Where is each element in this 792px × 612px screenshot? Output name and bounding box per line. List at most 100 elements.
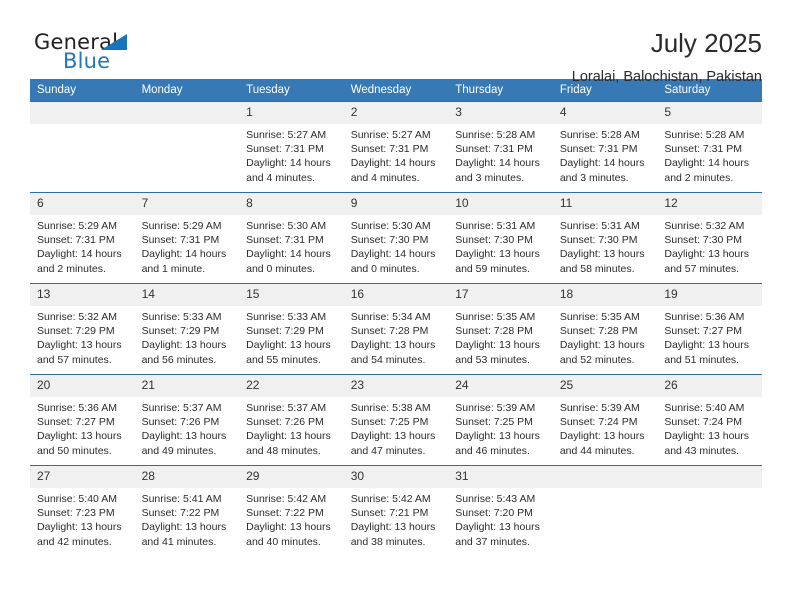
sunrise-text: Sunrise: 5:42 AM — [350, 493, 431, 505]
calendar-day-cell[interactable]: 31 Sunrise: 5:43 AM Sunset: 7:20 PM Dayligh… — [448, 465, 553, 556]
day-details: Sunrise: 5:30 AM Sunset: 7:30 PM Daylight:… — [344, 215, 449, 276]
calendar-day-cell[interactable]: 7 Sunrise: 5:29 AM Sunset: 7:31 PM Daylight… — [134, 192, 240, 284]
sunrise-text: Sunrise: 5:37 AM — [246, 402, 327, 414]
calendar-day-cell[interactable]: 28 Sunrise: 5:41 AM Sunset: 7:22 PM Dayligh… — [134, 465, 240, 556]
day-details: Sunrise: 5:28 AM Sunset: 7:31 PM Daylight:… — [448, 124, 553, 185]
page-header: General Blue July 2025 Loralai, Balochis… — [30, 0, 762, 85]
calendar-day-cell[interactable]: 8 Sunrise: 5:30 AM Sunset: 7:31 PM Daylight… — [239, 192, 344, 284]
day-details: Sunrise: 5:40 AM Sunset: 7:23 PM Daylight:… — [30, 488, 135, 549]
day-number: 7 — [134, 193, 240, 215]
calendar-day-cell[interactable]: 30 Sunrise: 5:42 AM Sunset: 7:21 PM Dayligh… — [343, 465, 449, 556]
day-number: 18 — [552, 284, 658, 306]
sunrise-text: Sunrise: 5:28 AM — [455, 129, 536, 141]
day-details: Sunrise: 5:36 AM Sunset: 7:27 PM Daylight:… — [30, 397, 135, 458]
calendar-day-cell[interactable]: 20 Sunrise: 5:36 AM Sunset: 7:27 PM Dayligh… — [30, 374, 135, 466]
day-number: 28 — [134, 466, 240, 488]
daylight-text: Daylight: 14 hours and 3 minutes. — [559, 157, 645, 184]
calendar-week-row: 27 Sunrise: 5:40 AM Sunset: 7:23 PM Dayligh… — [30, 465, 762, 556]
day-details: Sunrise: 5:35 AM Sunset: 7:28 PM Daylight:… — [553, 306, 658, 367]
sunset-text: Sunset: 7:31 PM — [37, 234, 115, 247]
day-details: Sunrise: 5:37 AM Sunset: 7:26 PM Daylight:… — [135, 397, 240, 458]
daylight-text: Daylight: 13 hours and 53 minutes. — [455, 339, 540, 366]
calendar-day-cell[interactable]: 4 Sunrise: 5:28 AM Sunset: 7:31 PM Daylight… — [552, 101, 658, 193]
sunrise-text: Sunrise: 5:27 AM — [246, 129, 327, 141]
calendar-day-cell[interactable]: 27 Sunrise: 5:40 AM Sunset: 7:23 PM Dayligh… — [30, 465, 135, 556]
calendar-day-cell[interactable]: 12 Sunrise: 5:32 AM Sunset: 7:30 PM Dayligh… — [657, 192, 762, 284]
calendar-day-cell[interactable]: 25 Sunrise: 5:39 AM Sunset: 7:24 PM Dayligh… — [552, 374, 658, 466]
calendar-day-cell[interactable]: 3 Sunrise: 5:28 AM Sunset: 7:31 PM Daylight… — [448, 101, 553, 193]
day-details: Sunrise: 5:42 AM Sunset: 7:21 PM Daylight:… — [344, 488, 449, 549]
calendar-day-cell[interactable]: 11 Sunrise: 5:31 AM Sunset: 7:30 PM Dayligh… — [552, 192, 658, 284]
day-details: Sunrise: 5:33 AM Sunset: 7:29 PM Daylight:… — [135, 306, 240, 367]
day-number: 21 — [134, 375, 240, 397]
calendar-day-cell-empty — [552, 465, 658, 556]
calendar-day-cell[interactable]: 26 Sunrise: 5:40 AM Sunset: 7:24 PM Dayligh… — [657, 374, 762, 466]
calendar-day-cell-empty — [657, 465, 762, 556]
sunrise-text: Sunrise: 5:31 AM — [455, 220, 536, 232]
sunrise-text: Sunrise: 5:39 AM — [455, 402, 536, 414]
general-blue-logo[interactable]: General Blue — [30, 28, 150, 76]
calendar-day-cell[interactable]: 16 Sunrise: 5:34 AM Sunset: 7:28 PM Dayligh… — [343, 283, 449, 375]
calendar-day-cell[interactable]: 13 Sunrise: 5:32 AM Sunset: 7:29 PM Dayligh… — [30, 283, 135, 375]
daylight-text: Daylight: 13 hours and 50 minutes. — [37, 430, 122, 457]
sunset-text: Sunset: 7:28 PM — [559, 325, 638, 338]
calendar-week-row: 20 Sunrise: 5:36 AM Sunset: 7:27 PM Dayligh… — [30, 374, 762, 466]
sunrise-text: Sunrise: 5:31 AM — [559, 220, 640, 232]
sunset-text: Sunset: 7:27 PM — [37, 416, 115, 429]
calendar-day-cell[interactable]: 15 Sunrise: 5:33 AM Sunset: 7:29 PM Dayligh… — [239, 283, 344, 375]
daylight-text: Daylight: 13 hours and 55 minutes. — [246, 339, 331, 366]
calendar-day-cell[interactable]: 14 Sunrise: 5:33 AM Sunset: 7:29 PM Dayligh… — [134, 283, 240, 375]
calendar-day-cell[interactable]: 23 Sunrise: 5:38 AM Sunset: 7:25 PM Dayligh… — [343, 374, 449, 466]
calendar-day-cell[interactable]: 1 Sunrise: 5:27 AM Sunset: 7:31 PM Daylight… — [239, 101, 344, 193]
sunset-text: Sunset: 7:25 PM — [350, 416, 429, 429]
sunset-text: Sunset: 7:31 PM — [141, 234, 220, 247]
daylight-text: Daylight: 13 hours and 44 minutes. — [559, 430, 645, 457]
calendar-week-row: 13 Sunrise: 5:32 AM Sunset: 7:29 PM Dayligh… — [30, 283, 762, 375]
sunset-text: Sunset: 7:26 PM — [141, 416, 220, 429]
daylight-text: Daylight: 13 hours and 54 minutes. — [350, 339, 436, 366]
sunrise-text: Sunrise: 5:41 AM — [141, 493, 222, 505]
sunset-text: Sunset: 7:28 PM — [455, 325, 533, 338]
calendar-day-cell[interactable]: 29 Sunrise: 5:42 AM Sunset: 7:22 PM Dayligh… — [239, 465, 344, 556]
day-number: 15 — [239, 284, 344, 306]
daylight-text: Daylight: 13 hours and 51 minutes. — [664, 339, 750, 366]
calendar-day-cell[interactable]: 24 Sunrise: 5:39 AM Sunset: 7:25 PM Dayligh… — [448, 374, 553, 466]
calendar-day-cell[interactable]: 10 Sunrise: 5:31 AM Sunset: 7:30 PM Dayligh… — [448, 192, 553, 284]
calendar-day-cell[interactable]: 2 Sunrise: 5:27 AM Sunset: 7:31 PM Daylight… — [343, 101, 449, 193]
day-details: Sunrise: 5:28 AM Sunset: 7:31 PM Daylight:… — [553, 124, 658, 185]
day-number — [552, 466, 658, 488]
calendar-day-cell[interactable]: 18 Sunrise: 5:35 AM Sunset: 7:28 PM Dayligh… — [552, 283, 658, 375]
sunrise-text: Sunrise: 5:33 AM — [141, 311, 222, 323]
calendar-day-cell[interactable]: 5 Sunrise: 5:28 AM Sunset: 7:31 PM Daylight… — [657, 101, 762, 193]
day-number: 9 — [343, 193, 449, 215]
calendar-day-cell[interactable]: 6 Sunrise: 5:29 AM Sunset: 7:31 PM Daylight… — [30, 192, 135, 284]
sunset-text: Sunset: 7:31 PM — [246, 234, 324, 247]
calendar-day-cell[interactable]: 21 Sunrise: 5:37 AM Sunset: 7:26 PM Dayligh… — [134, 374, 240, 466]
daylight-text: Daylight: 13 hours and 37 minutes. — [455, 521, 540, 548]
daylight-text: Daylight: 13 hours and 42 minutes. — [37, 521, 122, 548]
daylight-text: Daylight: 14 hours and 4 minutes. — [246, 157, 331, 184]
sunrise-text: Sunrise: 5:32 AM — [664, 220, 745, 232]
calendar-day-cell[interactable]: 22 Sunrise: 5:37 AM Sunset: 7:26 PM Dayligh… — [239, 374, 344, 466]
sunset-text: Sunset: 7:29 PM — [141, 325, 220, 338]
sunset-text: Sunset: 7:24 PM — [664, 416, 743, 429]
day-number: 17 — [448, 284, 553, 306]
daylight-text: Daylight: 13 hours and 40 minutes. — [246, 521, 331, 548]
sunset-text: Sunset: 7:31 PM — [350, 143, 429, 156]
calendar-day-cell[interactable]: 9 Sunrise: 5:30 AM Sunset: 7:30 PM Daylight… — [343, 192, 449, 284]
sunrise-text: Sunrise: 5:30 AM — [246, 220, 327, 232]
day-details: Sunrise: 5:31 AM Sunset: 7:30 PM Daylight:… — [553, 215, 658, 276]
daylight-text: Daylight: 13 hours and 41 minutes. — [141, 521, 227, 548]
weekday-header-sunday: Sunday — [30, 79, 135, 102]
day-number: 10 — [448, 193, 553, 215]
daylight-text: Daylight: 14 hours and 2 minutes. — [37, 248, 122, 275]
day-number: 29 — [239, 466, 344, 488]
day-details: Sunrise: 5:39 AM Sunset: 7:25 PM Daylight:… — [448, 397, 553, 458]
calendar-day-cell[interactable]: 19 Sunrise: 5:36 AM Sunset: 7:27 PM Dayligh… — [657, 283, 762, 375]
calendar-day-cell[interactable]: 17 Sunrise: 5:35 AM Sunset: 7:28 PM Dayligh… — [448, 283, 553, 375]
day-details: Sunrise: 5:27 AM Sunset: 7:31 PM Daylight:… — [239, 124, 344, 185]
daylight-text: Daylight: 13 hours and 56 minutes. — [141, 339, 227, 366]
sunset-text: Sunset: 7:23 PM — [37, 507, 115, 520]
sunset-text: Sunset: 7:24 PM — [559, 416, 638, 429]
daylight-text: Daylight: 13 hours and 49 minutes. — [141, 430, 227, 457]
